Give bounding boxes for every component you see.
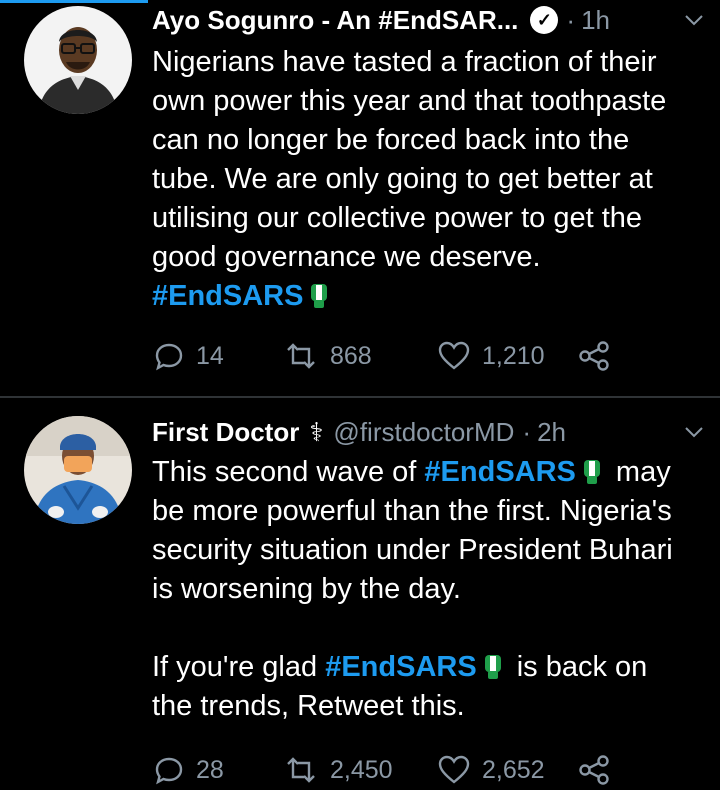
- share-icon: [579, 341, 609, 371]
- reply-button[interactable]: 14: [154, 336, 224, 376]
- retweet-count: 868: [330, 341, 372, 370]
- text-line: Nigerians have tasted a fraction of thei…: [152, 46, 657, 78]
- hashtag-link[interactable]: #EndSARS: [152, 280, 303, 312]
- like-button[interactable]: 1,210: [438, 336, 545, 376]
- chevron-down-icon[interactable]: [682, 8, 706, 32]
- retweet-icon: [287, 343, 315, 369]
- dot-separator: ·: [522, 416, 532, 447]
- author-handle[interactable]: @firstdoctorMD: [333, 417, 514, 448]
- text-segment: may: [615, 456, 671, 488]
- tweet[interactable]: First Doctor ⚕ @firstdoctorMD · 2h This …: [0, 398, 720, 788]
- like-count: 2,652: [482, 755, 545, 784]
- text-line: tube. We are only going to get better at: [152, 163, 653, 195]
- share-button[interactable]: [578, 336, 610, 376]
- dot-separator: ·: [566, 4, 576, 35]
- verified-badge-icon: ✓: [530, 6, 559, 34]
- share-button[interactable]: [578, 750, 610, 790]
- tweet-text: This second wave of #EndSARS may be more …: [152, 453, 710, 726]
- timestamp[interactable]: 2h: [537, 417, 566, 448]
- tweet[interactable]: Ayo Sogunro - An #EndSAR... ✓ · 1h Niger…: [0, 0, 720, 396]
- retweet-count: 2,450: [330, 755, 393, 784]
- hashtag-link[interactable]: #EndSARS: [325, 651, 476, 683]
- text-segment: If you're glad: [152, 651, 326, 683]
- text-line: is worsening by the day.: [152, 573, 461, 605]
- like-button[interactable]: 2,652: [438, 750, 545, 790]
- tweet-text: Nigerians have tasted a fraction of thei…: [152, 43, 710, 316]
- chevron-down-icon[interactable]: [682, 420, 706, 444]
- timestamp[interactable]: 1h: [581, 5, 610, 36]
- reply-icon: [155, 343, 183, 371]
- like-icon: [438, 755, 470, 784]
- retweet-button[interactable]: 868: [284, 336, 372, 376]
- reply-button[interactable]: 28: [154, 750, 224, 790]
- text-line: be more powerful than the first. Nigeria…: [152, 495, 672, 527]
- avatar[interactable]: [24, 6, 132, 114]
- text-line: security situation under President Buhar…: [152, 534, 673, 566]
- reply-icon: [155, 757, 183, 785]
- text-line: the trends, Retweet this.: [152, 690, 465, 722]
- text-segment: This second wave of: [152, 456, 425, 488]
- raised-fist-icon: [311, 284, 328, 308]
- text-line: good governance we deserve.: [152, 241, 541, 273]
- reply-count: 14: [196, 341, 224, 370]
- raised-fist-icon: [583, 460, 600, 484]
- text-segment: is back on: [516, 651, 648, 683]
- name-emoji: ⚕: [309, 416, 324, 447]
- author-name[interactable]: First Doctor: [152, 417, 299, 448]
- share-icon: [579, 755, 609, 785]
- raised-fist-icon: [484, 655, 501, 679]
- like-count: 1,210: [482, 341, 545, 370]
- retweet-button[interactable]: 2,450: [284, 750, 393, 790]
- text-line: can no longer be forced back into the: [152, 124, 630, 156]
- like-icon: [438, 341, 470, 370]
- author-name[interactable]: Ayo Sogunro - An #EndSAR...: [152, 5, 518, 36]
- reply-count: 28: [196, 755, 224, 784]
- text-line: utilising our collective power to get th…: [152, 202, 643, 234]
- retweet-icon: [287, 757, 315, 783]
- avatar[interactable]: [24, 416, 132, 524]
- text-line: own power this year and that toothpaste: [152, 85, 667, 117]
- hashtag-link[interactable]: #EndSARS: [424, 456, 575, 488]
